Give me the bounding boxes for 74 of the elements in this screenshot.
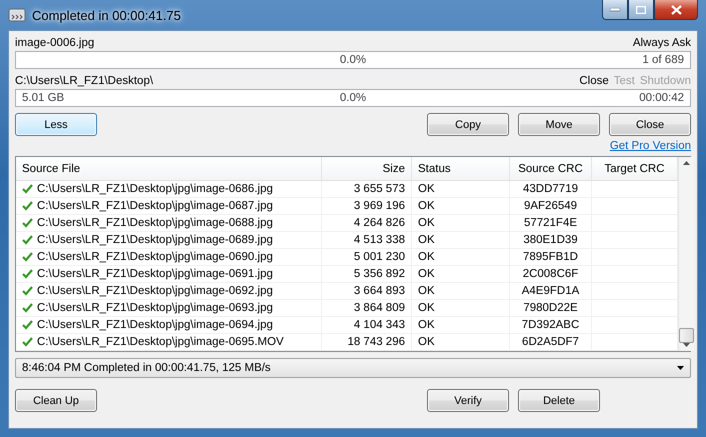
- close-icon: [670, 4, 682, 14]
- get-pro-link[interactable]: Get Pro Version: [610, 140, 691, 152]
- table-cell: 5 356 892: [322, 266, 412, 282]
- table-cell: OK: [412, 215, 510, 231]
- source-file-path: C:\Users\LR_FZ1\Desktop\jpg\image-0690.jpg: [37, 251, 273, 263]
- table-cell: 3 969 196: [322, 198, 412, 214]
- source-file-path: C:\Users\LR_FZ1\Desktop\jpg\image-0689.jpg: [37, 234, 273, 246]
- table-cell: 43DD7719: [510, 181, 592, 197]
- action-button[interactable]: Delete: [518, 389, 600, 412]
- table-cell: OK: [412, 283, 510, 299]
- table-cell: OK: [412, 249, 510, 265]
- table-cell: 3 864 809: [322, 300, 412, 316]
- scroll-up-icon[interactable]: [683, 161, 690, 165]
- action-button[interactable]: Verify: [427, 389, 509, 412]
- source-file-path: C:\Users\LR_FZ1\Desktop\jpg\image-0687.jpg: [37, 200, 273, 212]
- scrollbar[interactable]: [678, 157, 694, 351]
- source-file-path: C:\Users\LR_FZ1\Desktop\jpg\image-0695.MOV: [37, 336, 284, 348]
- table-cell: 3 655 573: [322, 181, 412, 197]
- total-size: 5.01 GB: [22, 92, 64, 104]
- action-button[interactable]: Copy: [427, 113, 509, 136]
- table-cell: 2C008C6F: [510, 266, 592, 282]
- source-file-path: C:\Users\LR_FZ1\Desktop\jpg\image-0694.jpg: [37, 319, 273, 331]
- table-cell: OK: [412, 198, 510, 214]
- table-cell: OK: [412, 181, 510, 197]
- table-cell: 7D392ABC: [510, 317, 592, 333]
- app-icon: [8, 7, 26, 23]
- source-file-path: C:\Users\LR_FZ1\Desktop\jpg\image-0691.jpg: [37, 268, 273, 280]
- table-cell: 6D2A5DF7: [510, 334, 592, 350]
- table-cell: 18 743 296: [322, 334, 412, 350]
- table-cell: OK: [412, 232, 510, 248]
- table-cell: 9AF26549: [510, 198, 592, 214]
- table-cell: OK: [412, 266, 510, 282]
- table-cell: 380E1D39: [510, 232, 592, 248]
- dropdown-arrow-icon[interactable]: [677, 366, 684, 370]
- maximize-button[interactable]: [628, 0, 654, 20]
- table-cell: 5 001 230: [322, 249, 412, 265]
- source-file-path: C:\Users\LR_FZ1\Desktop\jpg\image-0686.jpg: [37, 183, 273, 195]
- log-dropdown[interactable]: 8:46:04 PM Completed in 00:00:41.75, 125 MB/s: [15, 358, 691, 378]
- total-progress-percent: 0.0%: [340, 92, 366, 104]
- overwrite-mode[interactable]: Always Ask: [632, 37, 691, 49]
- close-button[interactable]: [654, 0, 698, 20]
- elapsed-time: 00:00:42: [639, 92, 684, 104]
- table-cell: 4 513 338: [322, 232, 412, 248]
- minimize-button[interactable]: [602, 0, 628, 20]
- current-file-name: image-0006.jpg: [15, 37, 94, 49]
- table-cell: 4 104 343: [322, 317, 412, 333]
- table-cell: 7895FB1D: [510, 249, 592, 265]
- column-header[interactable]: Source File: [16, 157, 322, 180]
- column-header[interactable]: Size: [322, 157, 412, 180]
- file-progress-percent: 0.0%: [340, 54, 366, 66]
- table-cell: A4E9FD1A: [510, 283, 592, 299]
- scroll-thumb[interactable]: [679, 328, 694, 343]
- window-title: Completed in 00:00:41.75: [32, 8, 181, 22]
- clean-up-button[interactable]: Clean Up: [15, 389, 97, 412]
- source-file-path: C:\Users\LR_FZ1\Desktop\jpg\image-0692.jpg: [37, 285, 273, 297]
- minimize-icon: [610, 8, 620, 12]
- maximize-icon: [636, 6, 646, 14]
- source-file-path: C:\Users\LR_FZ1\Desktop\jpg\image-0693.jpg: [37, 302, 273, 314]
- column-header[interactable]: Status: [412, 157, 510, 180]
- action-button[interactable]: Close: [609, 113, 691, 136]
- action-button[interactable]: Move: [518, 113, 600, 136]
- table-cell: 57721F4E: [510, 215, 592, 231]
- table-cell: OK: [412, 317, 510, 333]
- source-file-path: C:\Users\LR_FZ1\Desktop\jpg\image-0688.jpg: [37, 217, 273, 229]
- after-action-option[interactable]: Close: [579, 75, 609, 87]
- file-count: 1 of 689: [642, 54, 684, 66]
- less-button[interactable]: Less: [15, 113, 97, 136]
- column-header[interactable]: Source CRC: [510, 157, 592, 180]
- destination-path: C:\Users\LR_FZ1\Desktop\: [15, 75, 154, 87]
- table-cell: 4 264 826: [322, 215, 412, 231]
- table-cell: OK: [412, 334, 510, 350]
- table-cell: OK: [412, 300, 510, 316]
- table-cell: 7980D22E: [510, 300, 592, 316]
- table-cell: 3 664 893: [322, 283, 412, 299]
